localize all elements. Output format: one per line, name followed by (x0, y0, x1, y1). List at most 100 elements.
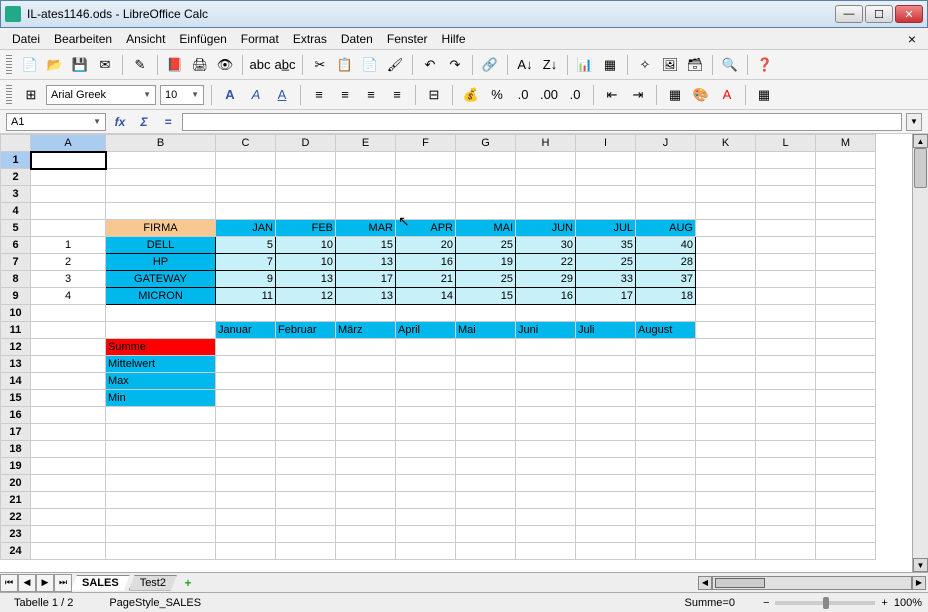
scroll-up-icon[interactable]: ▲ (913, 134, 928, 148)
number-icon[interactable]: .0 (512, 84, 534, 106)
scroll-left-icon[interactable]: ◀ (698, 576, 712, 590)
redo-icon[interactable]: ↷ (444, 54, 466, 76)
underline-icon[interactable]: A (271, 84, 293, 106)
toolbar-grip[interactable] (6, 55, 12, 75)
chart-icon[interactable]: 📊 (574, 54, 596, 76)
inc-indent-icon[interactable]: ⇥ (627, 84, 649, 106)
month-header[interactable]: AUG (636, 220, 696, 237)
col-header-H[interactable]: H (516, 135, 576, 152)
sheet-tab-sales[interactable]: SALES (71, 575, 130, 591)
new-icon[interactable]: 📄 (19, 54, 41, 76)
col-header-K[interactable]: K (696, 135, 756, 152)
data-cell[interactable]: 40 (636, 237, 696, 254)
row-header[interactable]: 24 (1, 543, 31, 560)
bold-icon[interactable]: A (219, 84, 241, 106)
stat-label-summe[interactable]: Summe (106, 339, 216, 356)
row-header[interactable]: 23 (1, 526, 31, 543)
merge-cells-icon[interactable]: ⊟ (423, 84, 445, 106)
data-cell[interactable]: 13 (336, 254, 396, 271)
col-header-E[interactable]: E (336, 135, 396, 152)
fontcolor-icon[interactable]: A (716, 84, 738, 106)
month-header[interactable]: JUN (516, 220, 576, 237)
preview-icon[interactable]: 👁 (214, 54, 236, 76)
hyperlink-icon[interactable]: 🔗 (479, 54, 501, 76)
cut-icon[interactable]: ✂ (309, 54, 331, 76)
maximize-button[interactable]: ☐ (865, 5, 893, 23)
month-long[interactable]: April (396, 322, 456, 339)
month-long[interactable]: März (336, 322, 396, 339)
data-cell[interactable]: 9 (216, 271, 276, 288)
row-header[interactable]: 11 (1, 322, 31, 339)
add-decimal-icon[interactable]: .00 (538, 84, 560, 106)
horizontal-scrollbar[interactable] (712, 576, 912, 590)
align-justify-icon[interactable]: ≡ (386, 84, 408, 106)
zoom-value[interactable]: 100% (894, 597, 922, 609)
data-cell[interactable]: 10 (276, 254, 336, 271)
data-cell[interactable]: 11 (216, 288, 276, 305)
email-icon[interactable]: ✉ (94, 54, 116, 76)
month-long[interactable]: Januar (216, 322, 276, 339)
menu-hilfe[interactable]: Hilfe (436, 30, 472, 48)
month-long[interactable]: Juli (576, 322, 636, 339)
function-wizard-icon[interactable]: fx (110, 113, 130, 131)
col-header-F[interactable]: F (396, 135, 456, 152)
align-left-icon[interactable]: ≡ (308, 84, 330, 106)
zoom-icon[interactable]: 🔍 (719, 54, 741, 76)
sum-icon[interactable]: Σ (134, 113, 154, 131)
cell-reference-box[interactable]: A1▼ (6, 113, 106, 131)
menu-fenster[interactable]: Fenster (381, 30, 434, 48)
row-index[interactable]: 2 (31, 254, 106, 271)
document-close-icon[interactable]: × (902, 31, 922, 47)
data-cell[interactable]: 25 (456, 271, 516, 288)
month-header[interactable]: MAI (456, 220, 516, 237)
help-icon[interactable]: ❓ (754, 54, 776, 76)
data-cell[interactable]: 19 (456, 254, 516, 271)
row-header[interactable]: 2 (1, 169, 31, 186)
stat-label-max[interactable]: Max (106, 373, 216, 390)
month-long[interactable]: Juni (516, 322, 576, 339)
zoom-slider[interactable] (775, 601, 875, 605)
row-header[interactable]: 19 (1, 458, 31, 475)
navigator-icon[interactable]: ✧ (634, 54, 656, 76)
row-index[interactable]: 3 (31, 271, 106, 288)
row-index[interactable]: 4 (31, 288, 106, 305)
month-header[interactable]: MAR (336, 220, 396, 237)
save-icon[interactable]: 💾 (69, 54, 91, 76)
scroll-down-icon[interactable]: ▼ (913, 558, 928, 572)
data-cell[interactable]: 21 (396, 271, 456, 288)
datasources-icon[interactable]: 🗃 (684, 54, 706, 76)
col-header-A[interactable]: A (31, 135, 106, 152)
row-header[interactable]: 18 (1, 441, 31, 458)
month-header[interactable]: FEB (276, 220, 336, 237)
filter-icon[interactable]: ▦ (599, 54, 621, 76)
data-cell[interactable]: 37 (636, 271, 696, 288)
paste-icon[interactable]: 📄 (359, 54, 381, 76)
row-header[interactable]: 21 (1, 492, 31, 509)
col-header-D[interactable]: D (276, 135, 336, 152)
row-header[interactable]: 7 (1, 254, 31, 271)
data-cell[interactable]: 15 (456, 288, 516, 305)
row-header[interactable]: 8 (1, 271, 31, 288)
row-header[interactable]: 20 (1, 475, 31, 492)
print-icon[interactable]: 🖨 (189, 54, 211, 76)
select-all-corner[interactable] (1, 135, 31, 152)
menu-einfuegen[interactable]: Einfügen (173, 30, 232, 48)
spreadsheet-grid[interactable]: A B C D E F G H I J K L M 1 2 3 4 5 FIRM… (0, 134, 876, 560)
tab-prev-icon[interactable]: ◀ (18, 574, 36, 592)
col-header-L[interactable]: L (756, 135, 816, 152)
edit-icon[interactable]: ✎ (129, 54, 151, 76)
bgcolor-icon[interactable]: 🎨 (690, 84, 712, 106)
company-cell[interactable]: DELL (106, 237, 216, 254)
row-header[interactable]: 5 (1, 220, 31, 237)
autospell-icon[interactable]: ab̲c (274, 54, 296, 76)
sort-asc-icon[interactable]: A↓ (514, 54, 536, 76)
data-cell[interactable]: 12 (276, 288, 336, 305)
expand-formula-bar-icon[interactable]: ▼ (906, 113, 922, 131)
open-icon[interactable]: 📂 (44, 54, 66, 76)
menu-extras[interactable]: Extras (287, 30, 333, 48)
firma-header[interactable]: FIRMA (106, 220, 216, 237)
month-header[interactable]: APR (396, 220, 456, 237)
row-header[interactable]: 14 (1, 373, 31, 390)
data-cell[interactable]: 15 (336, 237, 396, 254)
col-header-J[interactable]: J (636, 135, 696, 152)
